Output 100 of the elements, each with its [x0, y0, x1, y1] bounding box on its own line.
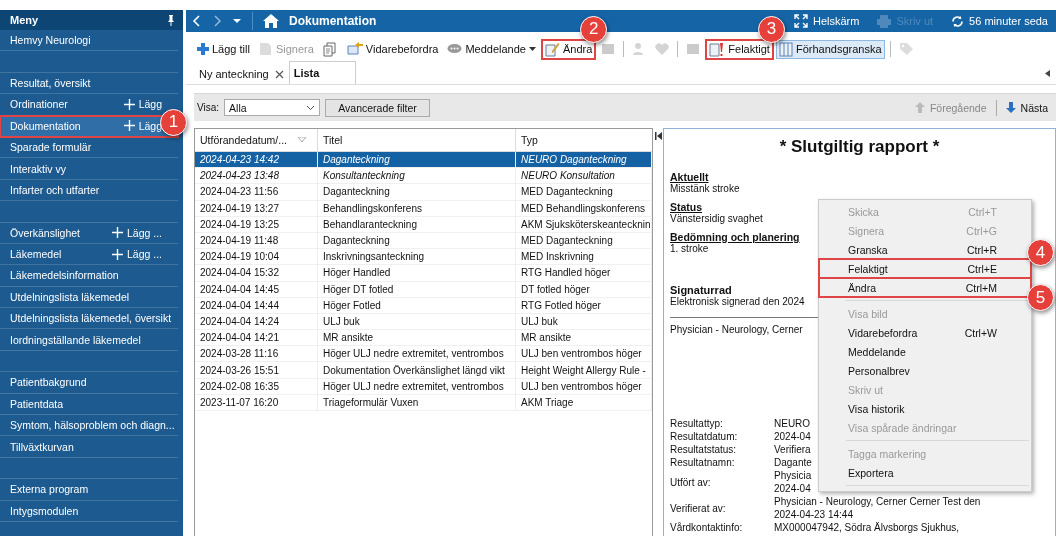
add-button[interactable]: Lägg — [123, 119, 162, 132]
sidebar-item-label: Intygsmodulen — [10, 504, 80, 517]
shortcut-text: Ctrl+M — [965, 281, 997, 294]
sidebar-item[interactable]: Sparade formulär — [0, 136, 178, 159]
sidebar-item[interactable]: Resultat, översikt — [0, 72, 178, 95]
table-row[interactable]: 2024-04-04 15:32 Höger Handled RTG Handled höger — [195, 265, 652, 282]
header-action[interactable]: 56 minuter seda — [951, 14, 1048, 28]
table-row[interactable]: 2024-04-04 14:21 MR ansikte MR ansikte — [195, 330, 652, 347]
sidebar-item-label: Sparade formulär — [10, 141, 93, 154]
table-row[interactable]: 2024-03-28 11:16 Höger ULJ nedre extremitet, ventrombos ULJ ben ventrombos höger — [195, 346, 652, 363]
sidebar-item[interactable]: Läkemedel Lägg ... — [0, 243, 178, 266]
table-row[interactable]: 2024-04-04 14:44 Höger Fotled RTG Fotled höger — [195, 297, 652, 314]
table-row[interactable]: 2024-04-19 10:04 Inskrivningsanteckning MED Inskrivning — [195, 249, 652, 266]
table-row[interactable]: 2024-04-23 14:42 Daganteckning NEURO Daganteckning — [195, 152, 652, 169]
table-row[interactable]: 2024-04-04 14:24 ULJ buk ULJ buk — [195, 313, 652, 331]
section-text: 1. stroke — [670, 243, 709, 254]
add-button[interactable]: Lägg — [123, 98, 162, 111]
table-cell: RTG Fotled höger — [516, 297, 652, 314]
detail-label: Resultatnamn: — [670, 456, 736, 469]
table-row[interactable]: 2024-04-23 11:56 Daganteckning MED Daganteckning — [195, 184, 652, 201]
table-row[interactable]: 2024-04-19 11:48 Daganteckning MED Daganteckning — [195, 232, 652, 250]
column-header[interactable]: Utförandedatum/... — [195, 129, 318, 151]
columns-document-icon — [778, 41, 793, 57]
sort-icon[interactable] — [298, 137, 306, 143]
pin-icon[interactable] — [167, 14, 175, 26]
table-cell: Behandlingskonferens — [318, 200, 516, 217]
sidebar-item[interactable]: Läkemedelsinformation — [0, 265, 178, 287]
menu-item-label: Granska — [848, 243, 889, 256]
sidebar-item[interactable]: Hemvy Neurologi — [0, 30, 178, 52]
sidebar-item[interactable]: Tillväxtkurvan — [0, 436, 178, 458]
sidebar-item-label: Patientdata — [10, 397, 65, 410]
sidebar-item[interactable]: Överkänslighet Lägg ... — [0, 222, 178, 244]
table-cell: 2024-02-08 16:35 — [195, 378, 318, 395]
callout-badge: 4 — [1027, 239, 1054, 266]
sidebar-item[interactable]: Utdelningslista läkemedel — [0, 286, 178, 309]
menu-item[interactable]: Exportera — [819, 463, 1031, 482]
table-cell: AKM Sjuksköterskeantecknin — [516, 216, 652, 233]
table-row[interactable]: 2024-04-19 13:27 Behandlingskonferens MED Behandlingskonferens — [195, 200, 652, 217]
table-row[interactable]: 2024-04-23 13:48 Konsultanteckning NEURO Konsultation — [195, 168, 652, 185]
menu-item[interactable]: Visa historik — [819, 399, 1031, 418]
tab[interactable]: Lista — [288, 61, 357, 84]
column-header[interactable]: Titel — [318, 129, 516, 151]
menu-item-label: Tagga markering — [848, 447, 928, 460]
menu-item-label: Felaktigt — [848, 262, 889, 275]
collapse-arrow-icon[interactable] — [654, 132, 662, 140]
sidebar-item-label: Hemvy Neurologi — [10, 34, 92, 47]
table-cell: ULJ buk — [318, 313, 516, 331]
collapse-arrow-icon[interactable] — [1045, 69, 1050, 77]
sidebar-title: Meny — [10, 14, 40, 26]
sidebar-item[interactable]: Interaktiv vy — [0, 158, 178, 180]
pencil-document-icon — [545, 41, 560, 57]
sidebar-item[interactable]: Patientbakgrund — [0, 372, 178, 394]
chevron-down-icon — [306, 104, 316, 111]
sidebar-item-label: Infarter och utfarter — [10, 183, 101, 196]
menu-item-label: Visa spårade ändringar — [848, 421, 958, 434]
menu-item[interactable]: Meddelande — [819, 342, 1031, 361]
refresh-icon — [951, 14, 965, 28]
table-cell: MED Daganteckning — [516, 232, 652, 250]
sidebar-item[interactable]: Infarter och utfarter — [0, 179, 178, 202]
toolbar-button[interactable]: Meddelande — [444, 41, 539, 57]
table-cell: 2024-04-04 14:24 — [195, 313, 318, 331]
sidebar-item[interactable]: Externa program — [0, 479, 178, 501]
column-header[interactable]: Typ — [516, 129, 652, 151]
documents-icon — [322, 41, 338, 57]
sidebar-item-label: Iordningställande läkemedel — [10, 333, 142, 346]
menu-item[interactable]: Personalbrev — [819, 361, 1031, 380]
sidebar-item[interactable]: Symtom, hälsoproblem och diagn... — [0, 415, 178, 437]
sidebar-item[interactable]: Patientdata — [0, 393, 178, 416]
tab[interactable]: Ny anteckning — [194, 63, 289, 84]
sidebar-item[interactable]: Intygsmodulen — [0, 500, 178, 522]
forward-icon[interactable] — [212, 15, 222, 27]
toolbar-button[interactable]: Lägg till — [194, 41, 253, 57]
table-row[interactable]: 2024-04-19 13:25 Behandlaranteckning AKM Sjuksköterskeantecknin — [195, 216, 652, 233]
sidebar-item[interactable]: Utdelningslista läkemedel, översikt — [0, 308, 178, 330]
table-cell: 2024-03-26 15:51 — [195, 362, 318, 379]
toolbar-button[interactable]: Förhandsgranska — [775, 39, 885, 59]
sidebar-item[interactable]: Iordningställande läkemedel — [0, 329, 178, 351]
back-icon[interactable] — [192, 15, 202, 27]
detail-label: Resultattyp: — [670, 417, 724, 430]
add-button[interactable]: Lägg ... — [111, 226, 162, 239]
show-dropdown[interactable]: Alla — [224, 99, 321, 116]
menu-item[interactable]: Vidarebefordra Ctrl+W — [819, 323, 1031, 342]
advanced-filter-button[interactable]: Avancerade filter — [325, 98, 431, 117]
add-button[interactable]: Lägg ... — [111, 248, 162, 261]
next-button[interactable]: Nästa — [1005, 101, 1048, 114]
close-icon[interactable] — [274, 69, 284, 79]
toolbar-button[interactable]: Vidarebefordra — [343, 40, 442, 58]
plus-icon — [123, 98, 135, 110]
sidebar-item-label: Ordinationer — [10, 98, 69, 111]
table-cell: Daganteckning — [318, 152, 516, 169]
table-row[interactable]: 2024-02-08 16:35 Höger ULJ nedre extremitet, ventrombos ULJ ben ventrombos höger — [195, 378, 652, 395]
detail-label: Utfört av: — [670, 475, 712, 490]
menu-item-label: Visa historik — [848, 402, 906, 415]
sidebar-item-label: Resultat, översikt — [10, 76, 92, 89]
table-row[interactable]: 2023-11-07 16:20 Triageformulär Vuxen AKM Triage — [195, 394, 652, 411]
header-action[interactable]: Helskärm — [793, 14, 860, 28]
table-row[interactable]: 2024-03-26 15:51 Dokumentation Överkänslighet längd vikt Height Weight Allergy Rule - — [195, 362, 652, 379]
home-icon[interactable] — [263, 14, 279, 28]
menu-item-label: Meddelande — [848, 345, 907, 358]
table-row[interactable]: 2024-04-04 14:45 Höger DT fotled DT fotled höger — [195, 281, 652, 298]
